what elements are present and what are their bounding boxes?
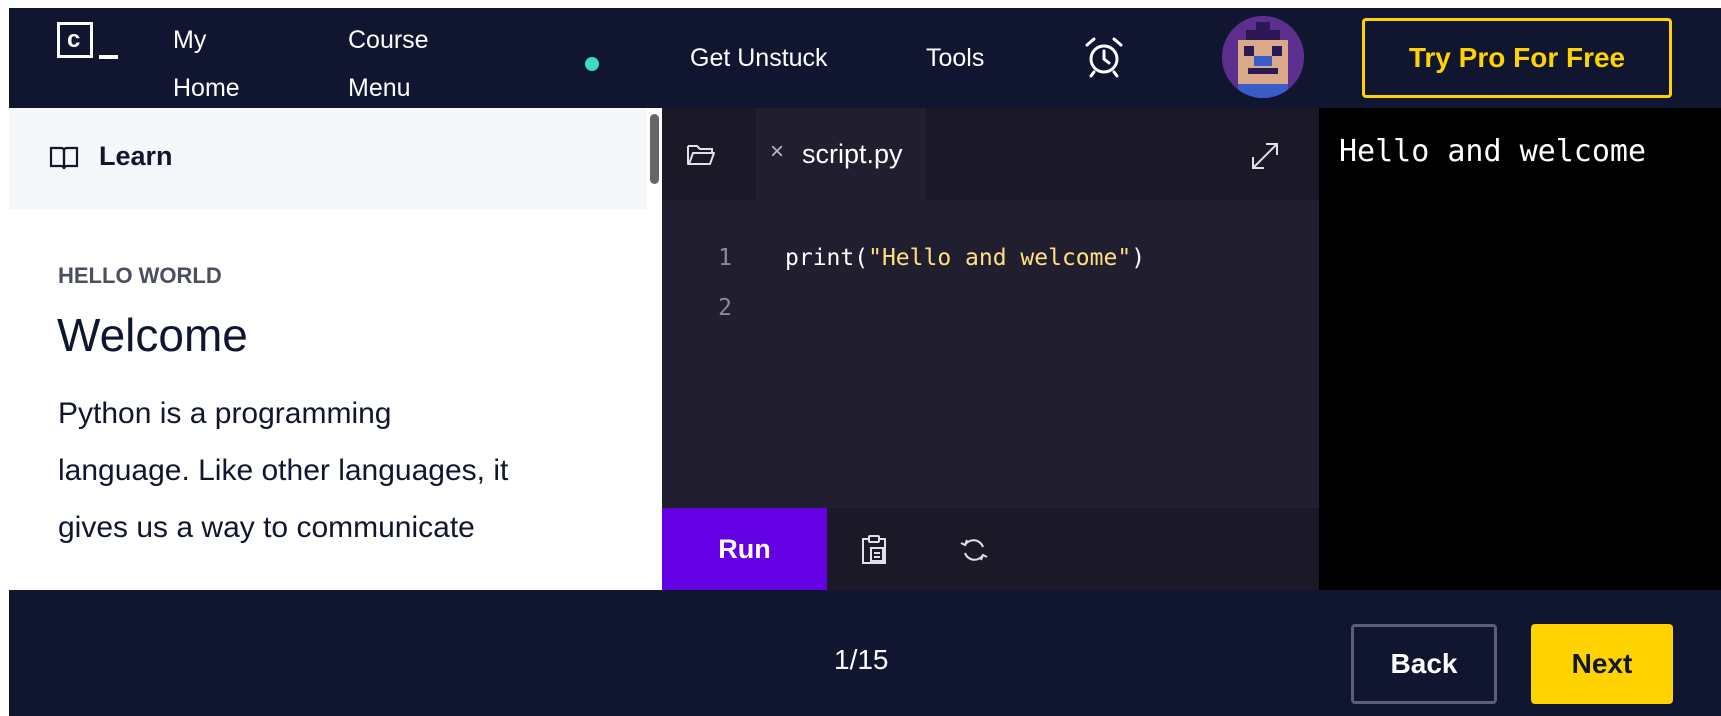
nav-my-home-line1: My — [173, 26, 207, 54]
line-number: 1 — [718, 245, 732, 271]
app-frame: c My Home Course Menu Get Unstuck Tools — [9, 8, 1721, 716]
top-nav: c My Home Course Menu Get Unstuck Tools — [9, 8, 1721, 108]
code-string: "Hello and welcome" — [868, 245, 1132, 271]
lesson-body-line: language. Like other languages, it — [58, 454, 509, 487]
code-text: print("Hello and welcome") — [785, 233, 1145, 283]
lesson-title: Welcome — [57, 309, 248, 361]
lesson-body-line: gives us a way to communicate — [58, 511, 475, 544]
lesson-footer: 1/15 Back Next — [9, 590, 1721, 716]
status-dot — [585, 57, 599, 71]
back-button[interactable]: Back — [1351, 624, 1497, 704]
lesson-eyebrow: HELLO WORLD — [58, 263, 222, 288]
nav-get-unstuck[interactable]: Get Unstuck — [690, 40, 828, 76]
nav-course-menu[interactable]: Course Menu — [348, 16, 429, 112]
pixel-avatar-icon — [1222, 16, 1304, 98]
book-icon — [49, 146, 79, 170]
expand-icon[interactable] — [1247, 138, 1283, 174]
nav-my-home[interactable]: My Home — [173, 16, 240, 112]
learn-scrollbar-thumb[interactable] — [650, 114, 659, 184]
learn-panel: Learn HELLO WORLD Welcome Python is a pr… — [9, 108, 662, 590]
code-editor: × script.py 1 print("Hello and welcome")… — [662, 108, 1319, 590]
nav-course-menu-line2: Menu — [348, 74, 411, 102]
nav-my-home-line2: Home — [173, 74, 240, 102]
alarm-clock-icon[interactable] — [1082, 35, 1126, 79]
progress-indicator: 1/15 — [834, 644, 889, 675]
lesson-body: Python is a programming language. Like o… — [58, 385, 618, 556]
codecademy-logo[interactable]: c — [57, 22, 93, 58]
line-number: 2 — [718, 295, 732, 321]
clipboard-icon[interactable] — [859, 534, 889, 566]
editor-tab-bar: × script.py — [662, 108, 1319, 200]
lesson-body-line: Python is a programming — [58, 397, 392, 430]
try-pro-button[interactable]: Try Pro For Free — [1362, 18, 1672, 98]
logo-letter: c — [67, 26, 81, 53]
editor-run-bar: Run — [662, 508, 1319, 590]
code-close-paren: ) — [1131, 245, 1146, 271]
code-line: 1 print("Hello and welcome") — [662, 233, 1319, 283]
output-text: Hello and welcome — [1339, 134, 1647, 169]
logo-cursor-bar — [99, 55, 118, 59]
user-avatar[interactable] — [1222, 16, 1304, 98]
learn-title: Learn — [99, 141, 173, 171]
nav-tools[interactable]: Tools — [926, 40, 984, 76]
nav-course-menu-line1: Course — [348, 26, 429, 54]
code-area[interactable]: 1 print("Hello and welcome") 2 — [662, 233, 1319, 333]
code-call: print( — [785, 245, 869, 271]
run-button[interactable]: Run — [662, 508, 827, 590]
code-line: 2 — [662, 283, 1319, 333]
tab-script-py[interactable]: × script.py — [756, 108, 926, 200]
close-tab-icon[interactable]: × — [770, 138, 784, 166]
next-button[interactable]: Next — [1531, 624, 1673, 704]
folder-icon[interactable] — [686, 142, 716, 168]
tab-label: script.py — [802, 139, 903, 169]
refresh-icon[interactable] — [959, 535, 989, 565]
learn-panel-header: Learn — [9, 108, 647, 209]
output-terminal: Hello and welcome — [1319, 108, 1721, 590]
